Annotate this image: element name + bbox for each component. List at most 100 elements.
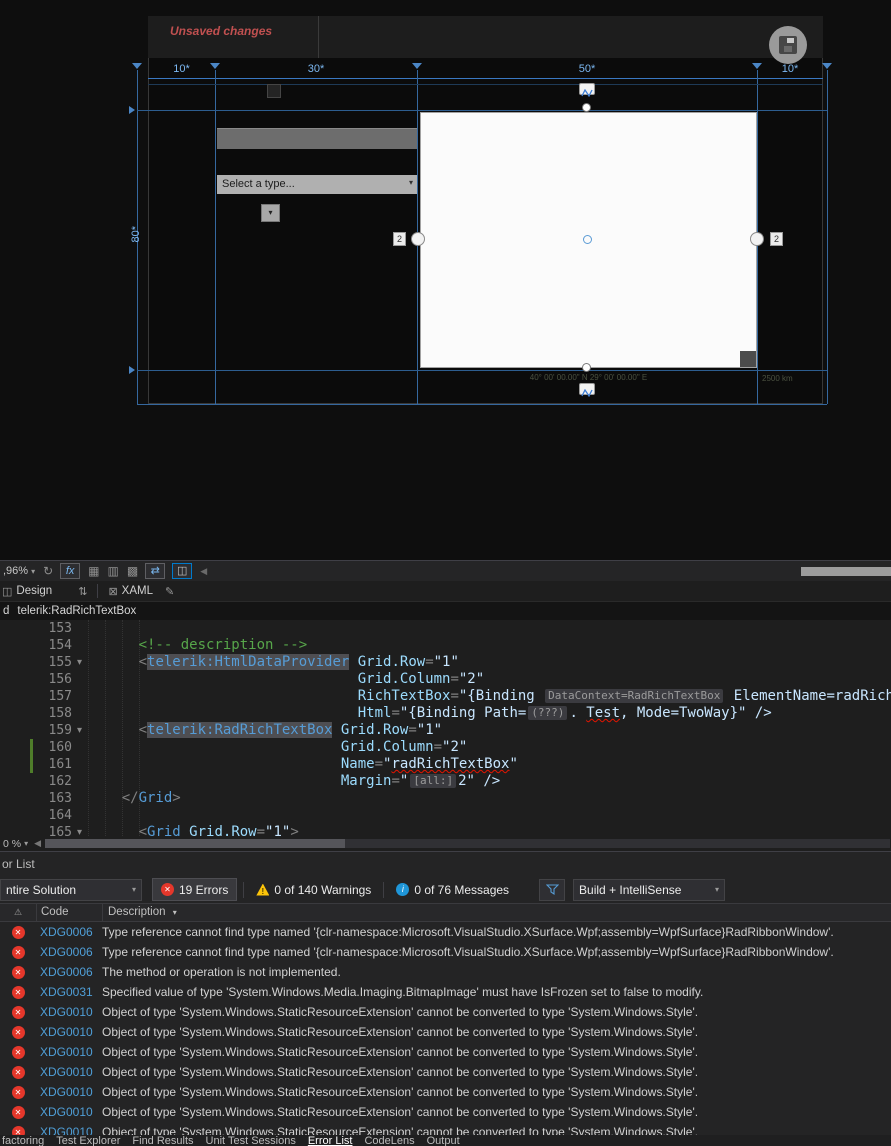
code-line-154[interactable]: 154 <!-- description --> xyxy=(0,637,891,654)
save-icon[interactable] xyxy=(769,26,807,64)
bottom-tab-test-explorer[interactable]: Test Explorer xyxy=(56,1135,120,1146)
snap-grid-icon[interactable]: ▦ xyxy=(88,564,99,578)
xaml-code-editor[interactable]: 153 154 <!-- description --> 155 ▾ <telerik… xyxy=(0,620,891,836)
code-line-165[interactable]: 165 ▾ <Grid Grid.Row="1"> xyxy=(0,824,891,836)
designed-textbox[interactable] xyxy=(217,128,417,149)
alignment-anchor-top-icon[interactable] xyxy=(579,83,595,98)
column-width-label-1[interactable]: 10* xyxy=(148,62,215,79)
scroll-left-icon[interactable]: ◀ xyxy=(200,566,207,577)
editor-hscrollbar[interactable] xyxy=(45,839,890,848)
zoom-select[interactable]: ,96% ▾ xyxy=(3,565,35,577)
bottom-tab-find-results[interactable]: Find Results xyxy=(132,1135,193,1146)
bottom-tab-error-list[interactable]: Error List xyxy=(308,1135,353,1146)
margin-anchor-left[interactable] xyxy=(411,232,425,246)
resize-thumb[interactable] xyxy=(740,351,756,367)
error-code-link[interactable]: XDG0010 xyxy=(36,1025,102,1039)
grid-line-marker-icon[interactable] xyxy=(752,63,762,69)
error-row[interactable]: ✕ XDG0010 Object of type 'System.Windows.S… xyxy=(0,1022,891,1042)
scope-dropdown[interactable]: ntire Solution ▾ xyxy=(0,878,142,901)
tab-xaml[interactable]: ⊠ XAML xyxy=(108,585,153,598)
grid-line-vertical[interactable] xyxy=(215,70,216,404)
code-line-159[interactable]: 159 ▾ <telerik:RadRichTextBox Grid.Row="1… xyxy=(0,722,891,739)
severity-column-icon[interactable]: ⚠ xyxy=(0,907,36,918)
popout-edit-icon[interactable]: ✎ xyxy=(165,585,174,598)
error-row[interactable]: ✕ XDG0006 Type reference cannot find type … xyxy=(0,942,891,962)
warnings-filter-button[interactable]: ! 0 of 140 Warnings xyxy=(250,879,377,901)
code-line-160[interactable]: 160 Grid.Column="2" xyxy=(0,739,891,756)
grid-line-marker-icon[interactable] xyxy=(822,63,832,69)
error-code-link[interactable]: XDG0006 xyxy=(36,945,102,959)
error-row[interactable]: ✕ XDG0010 Object of type 'System.Windows.S… xyxy=(0,1042,891,1062)
error-code-link[interactable]: XDG0010 xyxy=(36,1125,102,1135)
margin-badge-right[interactable]: 2 xyxy=(770,232,783,246)
grid-line-marker-icon[interactable] xyxy=(412,63,422,69)
error-row[interactable]: ✕ XDG0010 Object of type 'System.Windows.S… xyxy=(0,1062,891,1082)
breadcrumb-selected-element[interactable]: telerik:RadRichTextBox xyxy=(17,605,136,617)
error-code-link[interactable]: XDG0010 xyxy=(36,1085,102,1099)
selection-center-handle[interactable] xyxy=(583,235,592,244)
error-row[interactable]: ✕ XDG0006 Type reference cannot find type … xyxy=(0,922,891,942)
editor-zoom-select[interactable]: 0 % ▾ xyxy=(3,838,28,850)
scroll-left-icon[interactable]: ◀ xyxy=(34,838,41,849)
gridlines-icon[interactable]: ▥ xyxy=(108,564,119,578)
error-code-link[interactable]: XDG0010 xyxy=(36,1045,102,1059)
code-line-164[interactable]: 164 xyxy=(0,807,891,824)
breadcrumb-prefix[interactable]: d xyxy=(3,605,9,617)
errors-filter-button[interactable]: ✕ 19 Errors xyxy=(152,878,238,901)
selection-handle-top[interactable] xyxy=(582,103,591,112)
margin-anchor-right[interactable] xyxy=(750,232,764,246)
column-header-code[interactable]: Code xyxy=(36,903,102,922)
error-row[interactable]: ✕ XDG0010 Object of type 'System.Windows.S… xyxy=(0,1102,891,1122)
error-code-link[interactable]: XDG0031 xyxy=(36,985,102,999)
margin-badge-left[interactable]: 2 xyxy=(393,232,406,246)
error-code-link[interactable]: XDG0006 xyxy=(36,965,102,979)
row-line-marker-icon[interactable] xyxy=(129,106,135,114)
code-line-162[interactable]: 162 Margin=" [all:] 2" /> xyxy=(0,773,891,790)
designer-hscrollbar-thumb[interactable] xyxy=(801,567,891,576)
column-width-label-2[interactable]: 30* xyxy=(215,62,417,79)
code-line-157[interactable]: 157 RichTextBox="{Binding DataContext=Ra… xyxy=(0,688,891,705)
grid-line-horizontal[interactable] xyxy=(137,370,827,371)
error-row[interactable]: ✕ XDG0031 Specified value of type 'System.… xyxy=(0,982,891,1002)
code-line-161[interactable]: 161 Name="radRichTextBox" xyxy=(0,756,891,773)
source-dropdown[interactable]: Build + IntelliSense ▾ xyxy=(573,878,726,901)
swap-panes-button[interactable]: ⇄ xyxy=(145,563,166,579)
code-line-158[interactable]: 158 Html="{Binding Path= (???). Test, Mod… xyxy=(0,705,891,722)
error-code-link[interactable]: XDG0010 xyxy=(36,1105,102,1119)
alignment-anchor-bottom-icon[interactable] xyxy=(579,383,595,398)
grid-line-marker-icon[interactable] xyxy=(132,63,142,69)
bottom-tab-codelens[interactable]: CodeLens xyxy=(364,1135,414,1146)
selection-handle-bottom[interactable] xyxy=(582,363,591,372)
messages-filter-button[interactable]: i 0 of 76 Messages xyxy=(390,879,515,901)
xaml-design-surface[interactable]: Unsaved changes 10* 30* 50* 10* 80* Sele… xyxy=(0,0,891,560)
refresh-icon[interactable]: ↻ xyxy=(43,564,53,578)
designed-combobox[interactable]: Select a type... ▾ xyxy=(217,175,417,194)
error-code-link[interactable]: XDG0010 xyxy=(36,1065,102,1079)
code-line-163[interactable]: 163 </Grid> xyxy=(0,790,891,807)
artboard-background-button[interactable]: ◫ xyxy=(172,563,193,579)
column-header-description[interactable]: Description ▾ xyxy=(102,903,891,922)
grid-line-marker-icon[interactable] xyxy=(210,63,220,69)
error-code-link[interactable]: XDG0010 xyxy=(36,1005,102,1019)
column-width-label-4[interactable]: 10* xyxy=(757,62,823,79)
bottom-tab-output[interactable]: Output xyxy=(427,1135,460,1146)
row-height-label[interactable]: 80* xyxy=(130,226,142,243)
column-width-label-3[interactable]: 50* xyxy=(417,62,757,79)
error-row[interactable]: ✕ XDG0010 Object of type 'System.Windows.S… xyxy=(0,1082,891,1102)
editor-hscrollbar-thumb[interactable] xyxy=(45,839,346,848)
tab-design[interactable]: ◫ Design xyxy=(2,585,52,598)
effects-button[interactable]: fx xyxy=(60,563,81,579)
designed-dropdown-button[interactable]: ▾ xyxy=(261,204,280,222)
error-row[interactable]: ✕ XDG0010 Object of type 'System.Windows.S… xyxy=(0,1002,891,1022)
snapping-icon[interactable]: ▩ xyxy=(127,564,138,578)
code-line-153[interactable]: 153 xyxy=(0,620,891,637)
code-line-156[interactable]: 156 Grid.Column="2" xyxy=(0,671,891,688)
swap-panes-icon[interactable]: ⇅ xyxy=(78,585,87,598)
row-line-marker-icon[interactable] xyxy=(129,366,135,374)
filter-button[interactable] xyxy=(539,878,566,901)
bottom-tab-factoring[interactable]: factoring xyxy=(2,1135,44,1146)
error-code-link[interactable]: XDG0006 xyxy=(36,925,102,939)
bottom-tab-unit-test-sessions[interactable]: Unit Test Sessions xyxy=(206,1135,296,1146)
error-row[interactable]: ✕ XDG0010 Object of type 'System.Windows.S… xyxy=(0,1122,891,1135)
error-row[interactable]: ✕ XDG0006 The method or operation is not i… xyxy=(0,962,891,982)
